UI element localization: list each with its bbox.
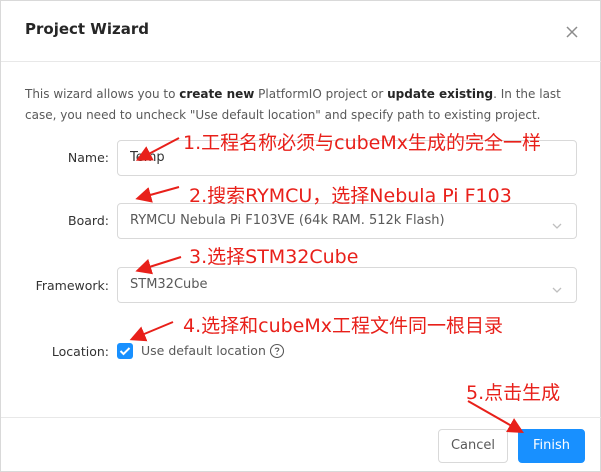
annotation-1: 1.工程名称必须与cubeMx生成的完全一样 [183,132,542,154]
arrow-to-location [129,321,174,342]
annotation-4: 4.选择和cubeMx工程文件同一根目录 [183,315,504,337]
annotation-3: 3.选择STM32Cube [189,246,359,268]
project-wizard-dialog: Project Wizard This wizard allows you to… [0,0,601,472]
arrow-to-name [135,137,180,161]
annotation-2: 2.搜索RYMCU，选择Nebula Pi F103 [189,185,512,207]
arrow-to-finish [467,400,524,433]
arrow-to-framework [135,256,182,275]
annotation-5: 5.点击生成 [466,382,561,404]
arrow-to-board [135,186,180,203]
